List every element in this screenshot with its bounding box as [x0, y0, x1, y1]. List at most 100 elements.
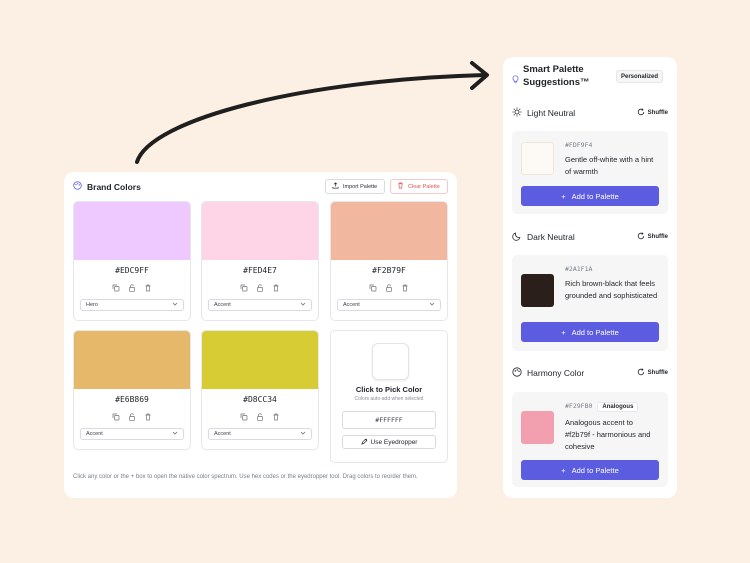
suggestion-card-dark-neutral: #2A1F1A Rich brown-black that feels grou… — [512, 255, 668, 351]
refresh-icon — [637, 108, 645, 118]
trash-icon — [397, 182, 404, 191]
upload-icon — [332, 182, 339, 191]
shuffle-label: Shuffle — [647, 234, 668, 240]
eyedropper-icon — [360, 438, 368, 447]
refresh-icon — [637, 368, 645, 378]
trash-icon[interactable] — [272, 284, 280, 292]
shuffle-label: Shuffle — [647, 110, 668, 116]
color-picker-card: Click to Pick Color Colors auto-add when… — [330, 330, 448, 463]
section-header-light-neutral: Light Neutral Shuffle — [512, 107, 668, 119]
shuffle-label: Shuffle — [647, 370, 668, 376]
suggestion-card-light-neutral: #FDF9F4 Gentle off-white with a hint of … — [512, 131, 668, 214]
role-select[interactable]: Accent — [208, 299, 312, 311]
color-card-4[interactable]: #E6B869 Accent — [73, 330, 191, 450]
shuffle-button[interactable]: Shuffle — [637, 232, 668, 242]
lightbulb-icon — [512, 71, 519, 89]
role-select[interactable]: Hero — [80, 299, 184, 311]
palette-icon — [73, 181, 82, 192]
suggestion-hex: #FDF9F4 — [565, 141, 593, 149]
plus-icon: + — [561, 465, 566, 475]
copy-icon[interactable] — [240, 284, 248, 292]
trash-icon[interactable] — [144, 413, 152, 421]
plus-icon: + — [561, 191, 566, 201]
trash-icon[interactable] — [144, 284, 152, 292]
trash-icon[interactable] — [401, 284, 409, 292]
copy-icon[interactable] — [240, 413, 248, 421]
pick-color-swatch[interactable] — [372, 343, 409, 380]
copy-icon[interactable] — [112, 284, 120, 292]
unlock-icon[interactable] — [256, 284, 264, 292]
eyedropper-button[interactable]: Use Eyedropper — [342, 435, 436, 449]
chevron-down-icon — [300, 431, 306, 437]
color-card-5[interactable]: #D8CC34 Accent — [201, 330, 319, 450]
section-label: Light Neutral — [527, 108, 576, 118]
import-palette-button[interactable]: Import Palette — [325, 179, 385, 194]
unlock-icon[interactable] — [256, 413, 264, 421]
shuffle-button[interactable]: Shuffle — [637, 368, 668, 378]
color-swatch[interactable] — [74, 202, 190, 260]
suggestion-hex-row: #F29FB0 Analogous — [565, 402, 639, 412]
copy-icon[interactable] — [112, 413, 120, 421]
color-swatch[interactable] — [202, 202, 318, 260]
role-select[interactable]: Accent — [337, 299, 441, 311]
role-select-value: Accent — [343, 302, 360, 308]
color-card-3[interactable]: #F2B79F Accent — [330, 201, 448, 321]
plus-icon: + — [561, 327, 566, 337]
color-swatch[interactable] — [331, 202, 447, 260]
color-hex[interactable]: #EDC9FF — [74, 266, 190, 275]
suggestion-hex: #2A1F1A — [565, 265, 593, 273]
suggestion-card-harmony-color: #F29FB0 Analogous Analogous accent to #f2… — [512, 392, 668, 487]
smart-palette-title: Smart Palette Suggestions™ — [523, 64, 590, 88]
moon-icon — [512, 231, 522, 243]
suggestion-swatch[interactable] — [521, 274, 554, 307]
role-select-value: Accent — [86, 431, 103, 437]
section-label: Dark Neutral — [527, 232, 575, 242]
brand-help-text: Click any color or the + box to open the… — [73, 474, 418, 480]
color-hex[interactable]: #E6B869 — [74, 395, 190, 404]
add-to-palette-button[interactable]: + Add to Palette — [521, 460, 659, 480]
add-to-palette-label: Add to Palette — [571, 191, 619, 201]
sun-icon — [512, 107, 522, 119]
color-swatch[interactable] — [202, 331, 318, 389]
unlock-icon[interactable] — [128, 413, 136, 421]
role-select-value: Accent — [214, 431, 231, 437]
shuffle-button[interactable]: Shuffle — [637, 108, 668, 118]
clear-palette-button[interactable]: Clear Palette — [390, 179, 448, 194]
suggestion-description: Gentle off-white with a hint of warmth — [565, 155, 654, 176]
eyedropper-label: Use Eyedropper — [370, 438, 418, 446]
color-card-1[interactable]: #EDC9FF Hero — [73, 201, 191, 321]
section-header-harmony-color: Harmony Color Shuffle — [512, 367, 668, 379]
role-select[interactable]: Accent — [80, 428, 184, 440]
section-label: Harmony Color — [527, 368, 585, 378]
smart-palette-panel: Smart Palette Suggestions™ Personalized … — [503, 57, 677, 498]
palette-icon — [512, 367, 522, 379]
role-select-value: Accent — [214, 302, 231, 308]
suggestion-description: Analogous accent to #f2b79f - harmonious… — [565, 418, 651, 451]
section-header-dark-neutral: Dark Neutral Shuffle — [512, 231, 668, 243]
unlock-icon[interactable] — [385, 284, 393, 292]
color-card-2[interactable]: #FED4E7 Accent — [201, 201, 319, 321]
color-swatch[interactable] — [74, 331, 190, 389]
pick-color-subtitle: Colors auto-add when selected — [354, 396, 424, 402]
unlock-icon[interactable] — [128, 284, 136, 292]
role-select[interactable]: Accent — [208, 428, 312, 440]
color-hex[interactable]: #D8CC34 — [202, 395, 318, 404]
pick-color-title: Click to Pick Color — [355, 385, 423, 394]
suggestion-swatch[interactable] — [521, 411, 554, 444]
personalized-badge: Personalized — [616, 70, 664, 83]
chevron-down-icon — [172, 302, 178, 308]
brand-colors-title: Brand Colors — [87, 181, 141, 192]
analogous-tag: Analogous — [597, 402, 639, 412]
copy-icon[interactable] — [369, 284, 377, 292]
suggestion-hex: #F29FB0 — [565, 402, 593, 410]
chevron-down-icon — [172, 431, 178, 437]
trash-icon[interactable] — [272, 413, 280, 421]
suggestion-swatch[interactable] — [521, 142, 554, 175]
add-to-palette-button[interactable]: + Add to Palette — [521, 186, 659, 206]
color-hex[interactable]: #F2B79F — [331, 266, 447, 275]
color-hex[interactable]: #FED4E7 — [202, 266, 318, 275]
add-to-palette-label: Add to Palette — [571, 327, 619, 337]
add-to-palette-button[interactable]: + Add to Palette — [521, 322, 659, 342]
hex-input[interactable]: #FFFFFF — [342, 411, 436, 429]
refresh-icon — [637, 232, 645, 242]
